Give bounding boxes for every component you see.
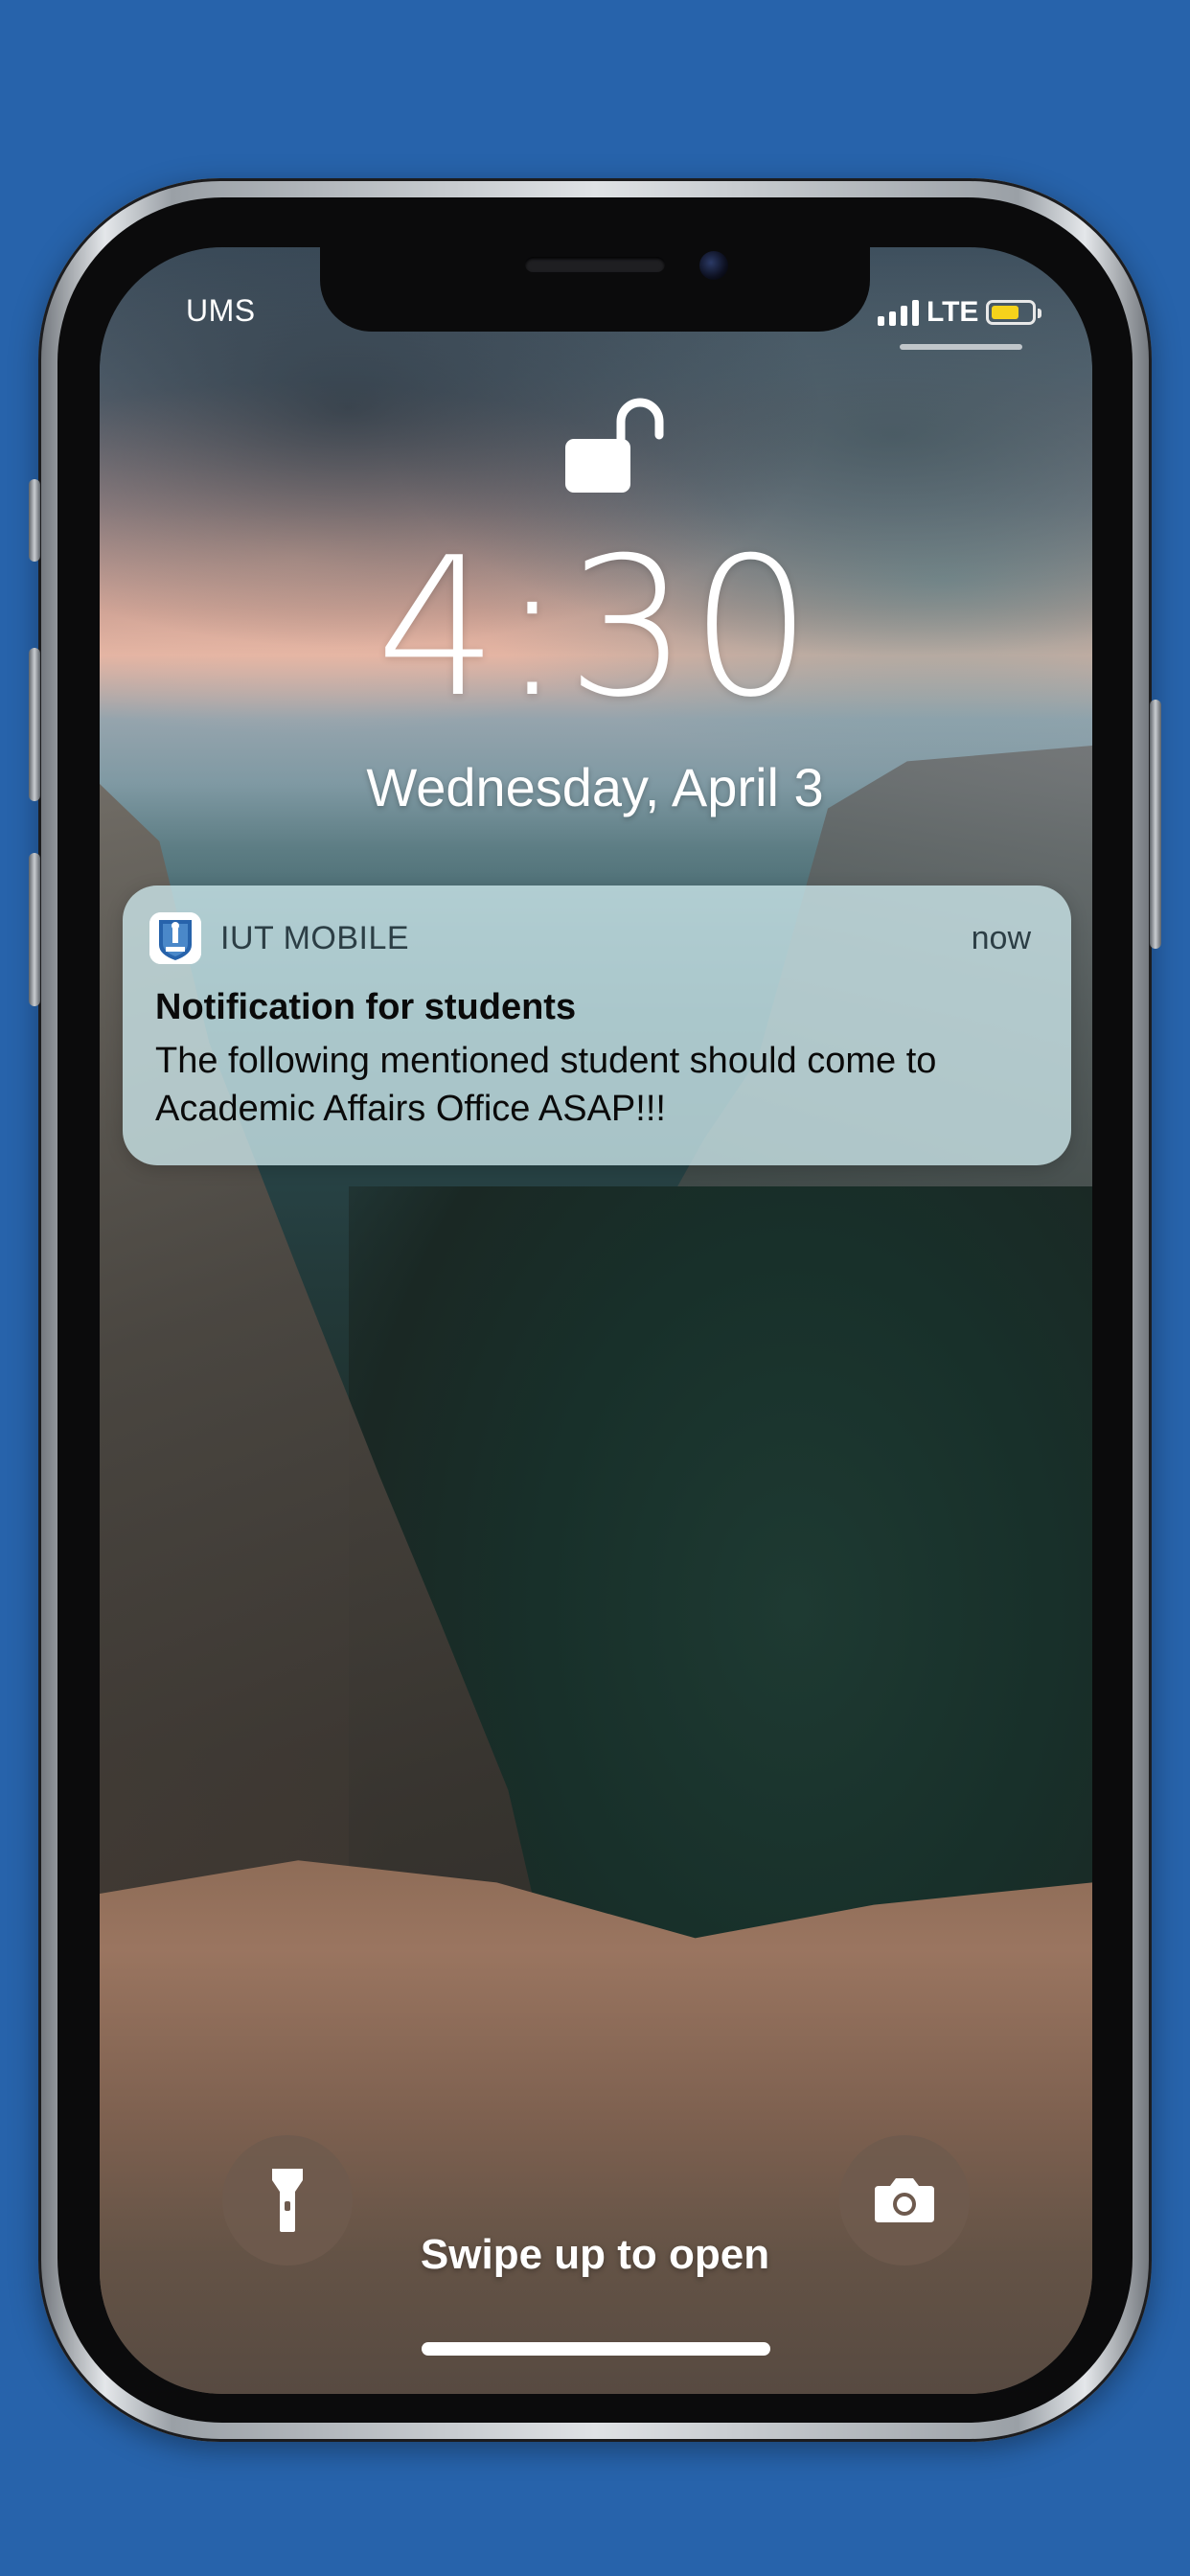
wallpaper-rock-foreground: [100, 1860, 1092, 2394]
volume-down-button: [29, 853, 40, 1006]
page: UMS LTE 4:30 Wednesday, April 3 IUT MOBI…: [0, 0, 1190, 2576]
power-button: [1150, 700, 1161, 949]
notification-body: The following mentioned student should c…: [155, 1041, 937, 1129]
signal-strength-icon: [878, 299, 919, 326]
camera-icon: [875, 2178, 934, 2222]
network-type-label: LTE: [927, 296, 979, 328]
notification-card[interactable]: IUT MOBILE now Notification for students…: [123, 886, 1071, 1165]
flashlight-icon: [272, 2169, 303, 2232]
front-camera: [699, 251, 728, 280]
lock-screen-time: 4:30: [376, 517, 814, 740]
notification-title: Notification for students: [155, 987, 577, 1027]
carrier-label: UMS: [186, 293, 256, 328]
control-center-indicator[interactable]: [900, 344, 1022, 350]
battery-level-fill: [992, 306, 1019, 319]
lock-screen-date: Wednesday, April 3: [366, 757, 824, 817]
home-indicator[interactable]: [422, 2342, 770, 2356]
notification-time: now: [971, 920, 1031, 956]
earpiece-speaker: [525, 257, 665, 272]
status-indicators: LTE: [878, 293, 1042, 332]
iut-app-icon: [149, 912, 201, 964]
battery-icon: [986, 300, 1042, 325]
swipe-up-hint: Swipe up to open: [420, 2231, 770, 2278]
notification-app-name: IUT MOBILE: [220, 920, 410, 956]
unlocked-padlock-icon: [565, 398, 664, 493]
